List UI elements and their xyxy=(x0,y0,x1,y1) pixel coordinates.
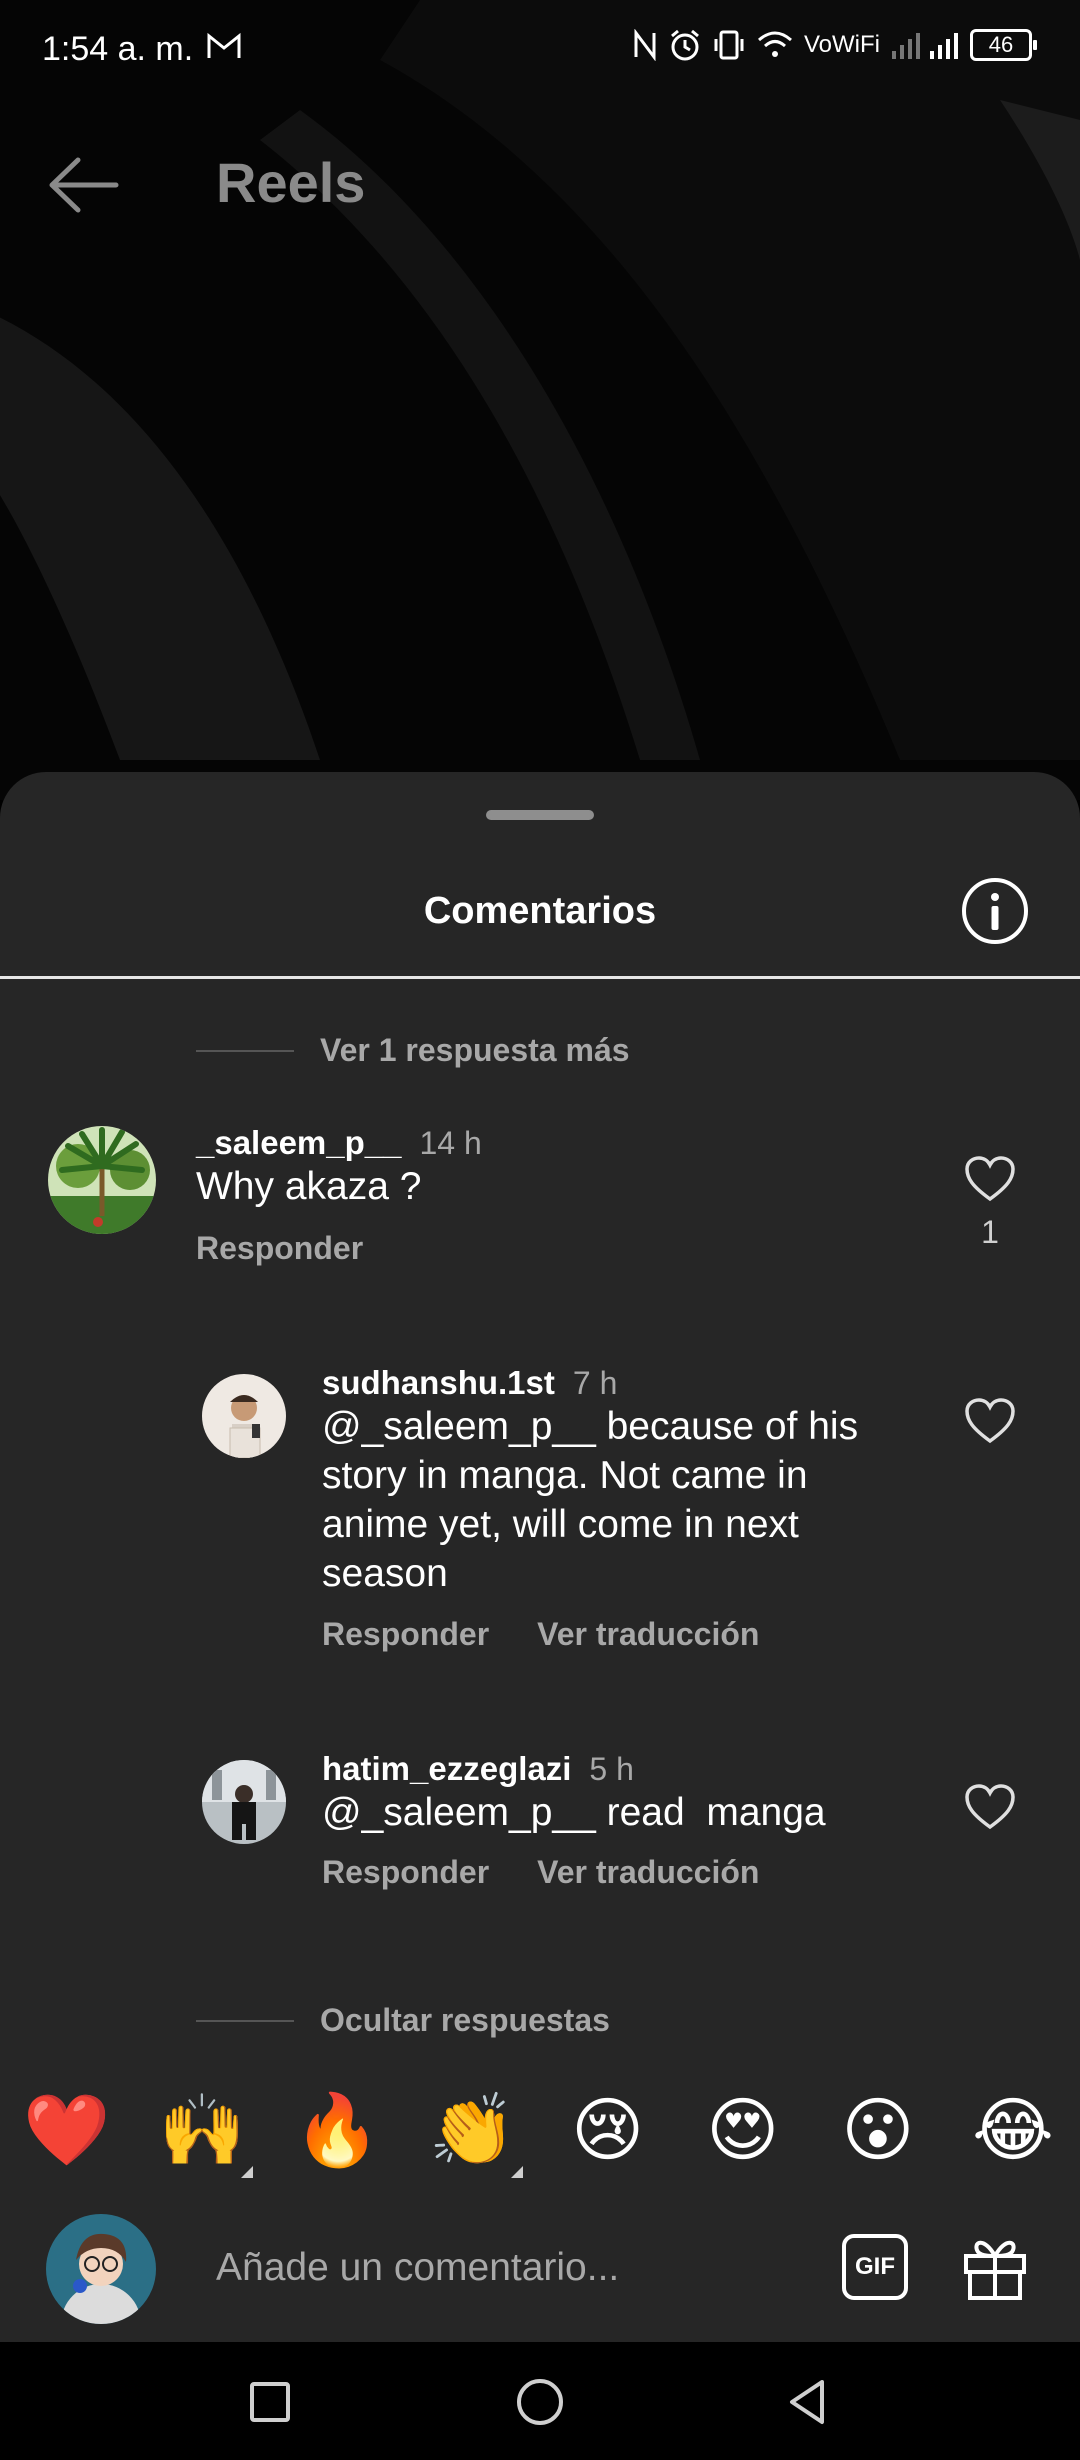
comment-composer: GIF xyxy=(0,2200,1080,2342)
comment-text-line: season xyxy=(322,1552,448,1595)
drag-handle[interactable] xyxy=(486,810,594,820)
comment-text: @_saleem_p__ because of his story in man… xyxy=(322,1402,858,1598)
reel-video-dim xyxy=(0,0,1080,760)
emoji-raised-hands-button[interactable]: 🙌 xyxy=(157,2090,254,2178)
system-nav-bar xyxy=(0,2342,1080,2460)
vowifi-label: VoWiFi xyxy=(803,31,880,58)
my-avatar[interactable] xyxy=(46,2214,156,2324)
gif-button[interactable]: GIF xyxy=(842,2234,908,2300)
comment-time: 7 h xyxy=(572,1365,618,1401)
see-translation-button[interactable]: Ver traducción xyxy=(537,1854,759,1891)
emoji-raised-hands-glyph: 🙌 xyxy=(158,2091,246,2169)
reply-button[interactable]: Responder xyxy=(322,1854,489,1891)
status-time: 1:54 a. m. xyxy=(42,30,194,68)
gift-icon[interactable] xyxy=(960,2230,1030,2302)
heart-icon[interactable] xyxy=(964,1784,1016,1830)
like-count: 1 xyxy=(981,1214,999,1250)
emoji-surprised-button[interactable]: 😮 xyxy=(833,2090,923,2170)
emoji-clap-button[interactable]: 👏 xyxy=(427,2090,524,2178)
hide-replies-link[interactable]: Ocultar respuestas xyxy=(196,2002,610,2039)
back-arrow-icon[interactable] xyxy=(44,150,124,220)
emoji-clap-glyph: 👏 xyxy=(428,2091,516,2169)
page-title: Reels xyxy=(216,151,366,214)
reel-background xyxy=(0,0,1080,800)
wifi-icon xyxy=(757,31,792,57)
comment-text: Why akaza ? xyxy=(196,1165,422,1208)
info-icon[interactable] xyxy=(960,876,1030,946)
comment-username[interactable]: sudhanshu.1st xyxy=(322,1364,555,1401)
emoji-fire-button[interactable]: 🔥 xyxy=(292,2090,382,2170)
comment-text-line: @_saleem_p__ because of his xyxy=(322,1405,859,1448)
sheet-title: Comentarios xyxy=(423,890,657,932)
see-translation-button[interactable]: Ver traducción xyxy=(537,1616,759,1653)
emoji-reaction-bar: ❤️ 🙌 🔥 👏 😢 😍 😮 😂 xyxy=(0,2070,1080,2190)
comment-item: _saleem_p__ 14 h Why akaza ? Responder 1 xyxy=(0,1124,1080,1284)
comment-username[interactable]: hatim_ezzeglazi xyxy=(322,1750,571,1787)
sheet-divider xyxy=(0,976,1080,979)
battery-indicator: 46 xyxy=(970,29,1037,61)
vibrate-icon xyxy=(714,30,744,60)
reply-button[interactable]: Responder xyxy=(322,1616,489,1653)
comment-time: 14 h xyxy=(419,1125,482,1161)
avatar[interactable] xyxy=(48,1126,156,1234)
avatar[interactable] xyxy=(202,1374,286,1458)
status-icons: VoWiFi 46 xyxy=(632,28,1037,62)
view-more-replies-link[interactable]: Ver 1 respuesta más xyxy=(196,1032,630,1069)
alarm-icon xyxy=(671,29,699,61)
view-more-replies-label: Ver 1 respuesta más xyxy=(320,1032,630,1068)
thread-line xyxy=(196,1049,294,1052)
avatar[interactable] xyxy=(202,1760,286,1844)
comment-text-line: story in manga. Not came in xyxy=(322,1454,808,1497)
heart-icon[interactable] xyxy=(964,1156,1016,1202)
recents-square-icon[interactable] xyxy=(240,2372,300,2432)
nfc-icon xyxy=(634,29,656,61)
gmail-icon xyxy=(206,32,242,65)
heart-icon[interactable] xyxy=(964,1398,1016,1444)
status-bar: 1:54 a. m. VoWiFi 46 xyxy=(0,0,1080,100)
comment-text-line: anime yet, will come in next xyxy=(322,1503,799,1546)
skin-tone-caret-icon xyxy=(511,2166,524,2178)
reply-button[interactable]: Responder xyxy=(196,1230,363,1267)
emoji-crying-button[interactable]: 😢 xyxy=(563,2090,653,2170)
comment-username[interactable]: _saleem_p__ xyxy=(196,1124,402,1161)
skin-tone-caret-icon xyxy=(241,2166,254,2178)
emoji-laughing-button[interactable]: 😂 xyxy=(968,2090,1058,2170)
thread-line xyxy=(196,2019,294,2022)
back-triangle-icon[interactable] xyxy=(778,2372,838,2432)
home-circle-icon[interactable] xyxy=(510,2372,570,2432)
emoji-heart-button[interactable]: ❤️ xyxy=(22,2090,112,2170)
comment-input[interactable] xyxy=(216,2238,776,2298)
hide-replies-label: Ocultar respuestas xyxy=(320,2002,610,2038)
emoji-heart-eyes-button[interactable]: 😍 xyxy=(698,2090,788,2170)
comment-item: sudhanshu.1st 7 h @_saleem_p__ because of… xyxy=(0,1364,1080,1652)
comment-text: @_saleem_p__ read manga xyxy=(322,1791,826,1834)
comment-time: 5 h xyxy=(589,1751,634,1787)
comment-item: hatim_ezzeglazi 5 h @_saleem_p__ read man… xyxy=(0,1750,1080,1890)
signal-icon xyxy=(892,33,958,59)
